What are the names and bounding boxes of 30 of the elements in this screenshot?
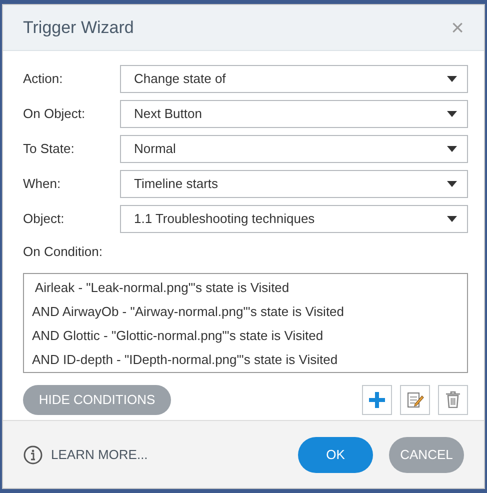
condition-item[interactable]: Airleak - "Leak-normal.png"'s state is Visited (32, 276, 459, 300)
dropdown[interactable]: Timeline starts (120, 170, 468, 198)
learn-more-link[interactable]: LEARN MORE... (23, 444, 148, 464)
condition-item[interactable]: AND ID-depth - "IDepth-normal.png"'s state is Visited (32, 348, 459, 372)
add-button[interactable] (362, 384, 392, 414)
ok-button[interactable]: OK (298, 436, 373, 472)
condition-item[interactable]: AND Glottic - "Glottic-normal.png"'s state is Visited (32, 324, 459, 348)
caret-icon (447, 216, 457, 222)
note-pencil-icon (406, 390, 424, 408)
plus-icon (369, 392, 385, 408)
info-icon (23, 444, 43, 464)
field-label: Object: (23, 210, 66, 228)
window-title: Trigger Wizard (23, 16, 134, 39)
condition-item[interactable]: AND AirwayOb - "Airway-normal.png"'s state is Visited (32, 300, 459, 324)
caret-icon (447, 76, 457, 82)
caret-icon (447, 181, 457, 187)
trash-icon (445, 391, 461, 408)
dropdown[interactable]: Change state of (120, 65, 468, 93)
dropdown[interactable]: Next Button (120, 100, 468, 128)
field-label: When: (23, 175, 62, 194)
delete-button[interactable] (438, 384, 468, 414)
field-label: On Object: (23, 105, 86, 124)
field-label: Action: (23, 70, 64, 88)
caret-icon (447, 146, 457, 152)
caret-icon (447, 111, 457, 117)
field-label: To State: (23, 140, 76, 158)
dropdown[interactable]: Normal (120, 135, 468, 163)
condition-label: On Condition: (23, 243, 104, 261)
edit-button[interactable] (400, 384, 430, 414)
dropdown[interactable]: 1.1 Troubleshooting techniques (120, 205, 468, 233)
